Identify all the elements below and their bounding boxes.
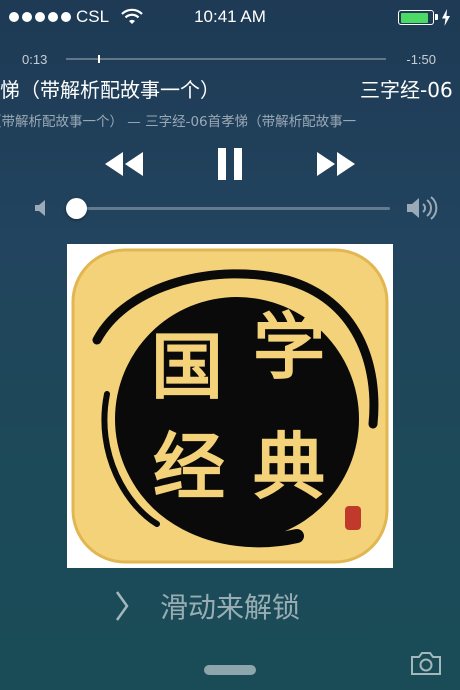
- track-title-marquee: 孝悌（带解析配故事一个） 三字经-06: [0, 74, 460, 102]
- pause-button[interactable]: [216, 148, 244, 184]
- art-char-4: 典: [253, 425, 325, 509]
- clock: 10:41 AM: [194, 7, 266, 26]
- progress-scrubber-handle[interactable]: [98, 55, 100, 63]
- art-char-2: 学: [253, 305, 325, 389]
- slide-to-unlock[interactable]: 滑动来解锁: [0, 586, 460, 626]
- red-seal-stamp: [345, 506, 361, 530]
- battery-icon: [398, 10, 434, 25]
- fast-forward-icon: [317, 152, 355, 176]
- volume-high-icon: [406, 196, 440, 224]
- status-bar: CSL 10:41 AM: [0, 0, 460, 36]
- track-subtitle: （带解析配故事一个） — 三字经-06首孝悌（带解析配故事一: [0, 114, 357, 130]
- remaining-time: -1:50: [406, 52, 436, 67]
- battery-tip: [435, 14, 438, 20]
- volume-slider-thumb[interactable]: [66, 198, 87, 219]
- camera-icon[interactable]: [410, 650, 442, 680]
- track-title-next: 三字经-06: [360, 78, 453, 102]
- elapsed-time: 0:13: [22, 52, 48, 67]
- rewind-icon: [105, 152, 143, 176]
- control-center-grabber[interactable]: [204, 665, 256, 675]
- rewind-button[interactable]: [104, 151, 144, 181]
- art-char-1: 国: [151, 325, 223, 409]
- track-title: 孝悌（带解析配故事一个）: [0, 78, 220, 102]
- art-char-3: 经: [153, 425, 225, 509]
- track-subtitle-marquee: （带解析配故事一个） — 三字经-06首孝悌（带解析配故事一: [0, 110, 460, 130]
- volume-low-icon: [34, 199, 50, 221]
- pause-icon: [218, 148, 242, 180]
- progress-scrubber[interactable]: [66, 58, 386, 60]
- battery-level: [400, 12, 429, 23]
- fast-forward-button[interactable]: [316, 151, 356, 181]
- album-artwork: 国 学 经 典: [67, 244, 393, 568]
- charging-icon: [441, 9, 451, 30]
- volume-slider[interactable]: [66, 207, 390, 210]
